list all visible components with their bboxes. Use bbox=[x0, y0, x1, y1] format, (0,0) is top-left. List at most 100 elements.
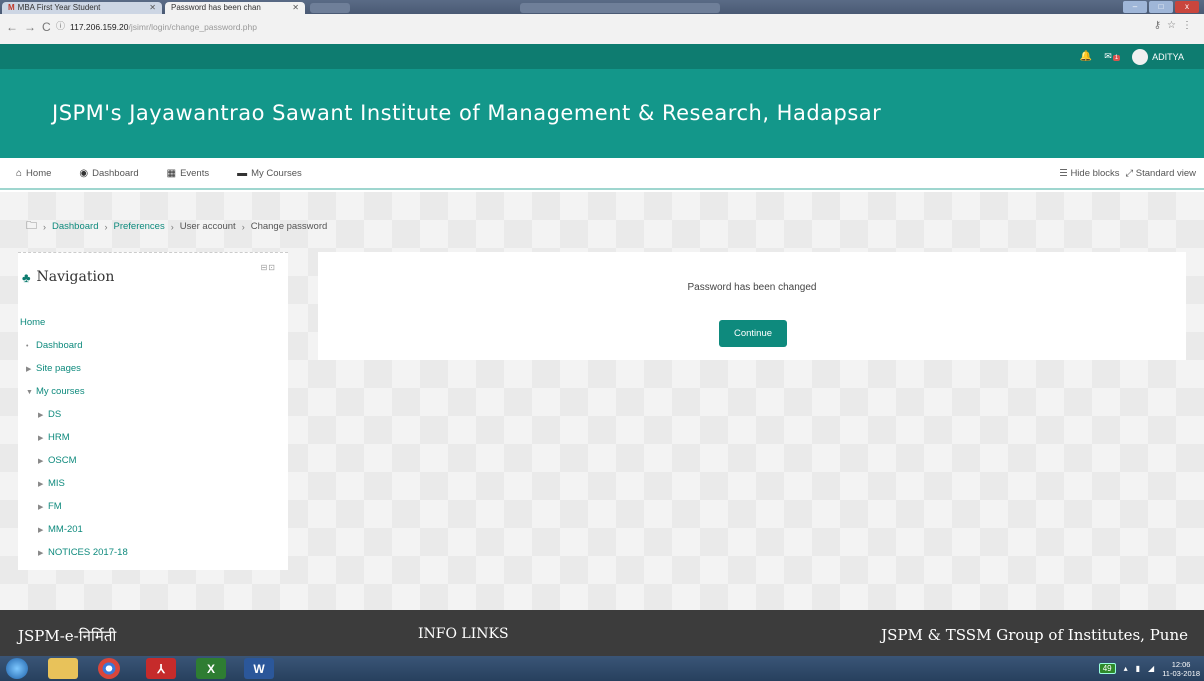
custom-menu-bar: ⌂ Home ◉ Dashboard ▦ Events ▬ My Courses ☰ H… bbox=[0, 158, 1204, 190]
site-title[interactable]: JSPM's Jayawantrao Sawant Institute of M… bbox=[52, 101, 881, 125]
info-icon[interactable]: ⓘ bbox=[56, 19, 65, 32]
breadcrumb-separator: › bbox=[241, 221, 245, 232]
nav-tree-item[interactable]: ▶ OSCM bbox=[18, 449, 288, 472]
main-content: Password has been changed Continue bbox=[318, 252, 1186, 360]
gmail-icon: M bbox=[8, 3, 15, 12]
collapse-arrow-icon: ▼ bbox=[26, 389, 33, 396]
navigation-tree: Home • Dashboard ▶ Site pages ▼ My courses … bbox=[18, 311, 288, 564]
footer-info-links-heading: INFO LINKS bbox=[418, 626, 509, 642]
menu-icon[interactable]: ⋮ bbox=[1182, 20, 1198, 31]
breadcrumb-user-account: User account bbox=[179, 221, 236, 232]
close-icon[interactable]: ✕ bbox=[149, 2, 156, 14]
new-tab-button[interactable] bbox=[310, 3, 350, 13]
nav-tree-label: DS bbox=[48, 409, 62, 420]
close-icon[interactable]: ✕ bbox=[292, 2, 299, 14]
nav-tree-item[interactable]: ▶ HRM bbox=[18, 426, 288, 449]
star-icon[interactable]: ☆ bbox=[1167, 20, 1182, 31]
chrome-icon[interactable] bbox=[98, 658, 120, 679]
nav-tree-item[interactable]: ▶ DS bbox=[18, 403, 288, 426]
continue-button[interactable]: Continue bbox=[719, 320, 787, 347]
file-explorer-icon[interactable] bbox=[48, 658, 78, 679]
volume-icon[interactable]: ◢ bbox=[1148, 664, 1154, 673]
nav-label: Dashboard bbox=[92, 167, 139, 179]
nav-tree-item[interactable]: Home bbox=[18, 311, 288, 334]
window-controls: – □ x bbox=[1122, 0, 1200, 14]
site-footer: JSPM-e-निर्मिती INFO LINKS JSPM & TSSM G… bbox=[0, 610, 1204, 656]
standard-view-button[interactable]: ⤢ Standard view bbox=[1126, 168, 1196, 179]
forward-icon[interactable]: → bbox=[24, 20, 42, 34]
breadcrumb-dashboard[interactable]: Dashboard bbox=[52, 221, 98, 232]
home-icon: ⌂ bbox=[16, 167, 23, 179]
nav-tree-label: Dashboard bbox=[36, 340, 83, 351]
nav-tree-item[interactable]: ▶ MIS bbox=[18, 472, 288, 495]
briefcase-icon: ▬ bbox=[237, 167, 248, 179]
nav-tree-item[interactable]: ▶ NOTICES 2017-18 bbox=[18, 541, 288, 564]
user-menu[interactable]: ADITYA bbox=[1132, 48, 1184, 65]
expand-arrow-icon: ▶ bbox=[26, 366, 32, 373]
user-menu-area: 🔔 ✉ 1 ADITYA bbox=[1080, 44, 1184, 69]
clock[interactable]: 12:06 11-03-2018 bbox=[1162, 660, 1200, 678]
network-icon[interactable]: ▮ bbox=[1136, 664, 1140, 673]
key-icon[interactable]: ⚷ bbox=[1154, 20, 1167, 31]
footer-brand: JSPM-e-निर्मिती bbox=[18, 627, 117, 645]
browser-nav-buttons: ←→C bbox=[6, 20, 57, 34]
pdf-icon[interactable]: ⅄ bbox=[146, 658, 176, 679]
status-message: Password has been changed bbox=[687, 282, 817, 293]
close-window-button[interactable]: x bbox=[1175, 1, 1199, 13]
browser-tab-active[interactable]: Password has been chan ✕ bbox=[165, 2, 305, 14]
breadcrumb: 🗀 › Dashboard › Preferences › User accou… bbox=[26, 217, 327, 236]
browser-tools: ⚷☆⋮ bbox=[1154, 20, 1198, 31]
breadcrumb-preferences[interactable]: Preferences bbox=[113, 221, 164, 232]
navigation-block-title: Navigation bbox=[36, 269, 115, 285]
dashboard-icon: ◉ bbox=[79, 167, 89, 179]
calendar-icon: ▦ bbox=[166, 167, 177, 179]
maximize-button[interactable]: □ bbox=[1149, 1, 1173, 13]
nav-tree-item[interactable]: • Dashboard bbox=[18, 334, 288, 357]
minimize-button[interactable]: – bbox=[1123, 1, 1147, 13]
breadcrumb-change-password: Change password bbox=[250, 221, 328, 232]
clock-date: 11-03-2018 bbox=[1162, 668, 1200, 678]
reload-icon[interactable]: C bbox=[42, 20, 57, 34]
avatar bbox=[1132, 48, 1149, 65]
messages-button[interactable]: ✉ 1 bbox=[1104, 51, 1121, 62]
nav-tree-label: OSCM bbox=[48, 455, 77, 466]
back-icon[interactable]: ← bbox=[6, 20, 24, 34]
user-name: ADITYA bbox=[1152, 51, 1184, 62]
nav-tree-label: My courses bbox=[36, 386, 85, 397]
nav-my-courses[interactable]: ▬ My Courses bbox=[237, 168, 302, 179]
nav-dashboard[interactable]: ◉ Dashboard bbox=[79, 168, 138, 179]
collapse-icon[interactable]: ⊡ bbox=[268, 263, 276, 272]
url-field[interactable]: 117.206.159.20/jsimr/login/change_passwo… bbox=[70, 19, 1140, 35]
nav-tree-item[interactable]: ▶ FM bbox=[18, 495, 288, 518]
nav-tree-item[interactable]: ▼ My courses bbox=[18, 380, 288, 403]
excel-icon[interactable]: X bbox=[196, 658, 226, 679]
blurred-window-title bbox=[520, 3, 720, 13]
bell-icon[interactable]: 🔔 bbox=[1080, 51, 1092, 62]
url-path: /jsimr/login/change_password.php bbox=[128, 22, 257, 32]
nav-tree-label: FM bbox=[48, 501, 62, 512]
nav-label: Home bbox=[26, 167, 52, 179]
nav-events[interactable]: ▦ Events bbox=[167, 168, 210, 179]
breadcrumb-separator: › bbox=[104, 221, 108, 232]
screen: M MBA First Year Student ✕ Password has b… bbox=[0, 0, 1204, 681]
folder-icon[interactable]: 🗀 bbox=[26, 217, 37, 236]
nav-tree-item[interactable]: ▶ MM-201 bbox=[18, 518, 288, 541]
navigation-block: ♣ Navigation ⊟⊡ Home • Dashboard ▶ Site pa… bbox=[18, 252, 288, 570]
site-header-banner: JSPM's Jayawantrao Sawant Institute of M… bbox=[0, 69, 1204, 158]
footer-group-name: JSPM & TSSM Group of Institutes, Pune bbox=[881, 626, 1188, 644]
browser-tab-gmail[interactable]: M MBA First Year Student ✕ bbox=[2, 2, 162, 14]
nav-tree-item[interactable]: ▶ Site pages bbox=[18, 357, 288, 380]
battery-icon[interactable]: 49 bbox=[1098, 663, 1116, 674]
start-button[interactable] bbox=[6, 658, 28, 679]
word-icon[interactable]: W bbox=[244, 658, 274, 679]
url-host: 117.206.159.20 bbox=[70, 22, 129, 32]
nav-label: Events bbox=[180, 167, 210, 179]
nav-home[interactable]: ⌂ Home bbox=[16, 168, 51, 179]
hide-blocks-button[interactable]: ☰ Hide blocks bbox=[1059, 168, 1119, 179]
hide-blocks-label: Hide blocks bbox=[1070, 167, 1120, 179]
tab-label: Password has been chan bbox=[171, 3, 261, 12]
tray-arrow-icon[interactable]: ▴ bbox=[1124, 664, 1128, 673]
bullet-icon: • bbox=[26, 343, 29, 350]
sitemap-icon: ♣ bbox=[22, 269, 31, 285]
nav-tree-label: NOTICES 2017-18 bbox=[48, 547, 128, 558]
